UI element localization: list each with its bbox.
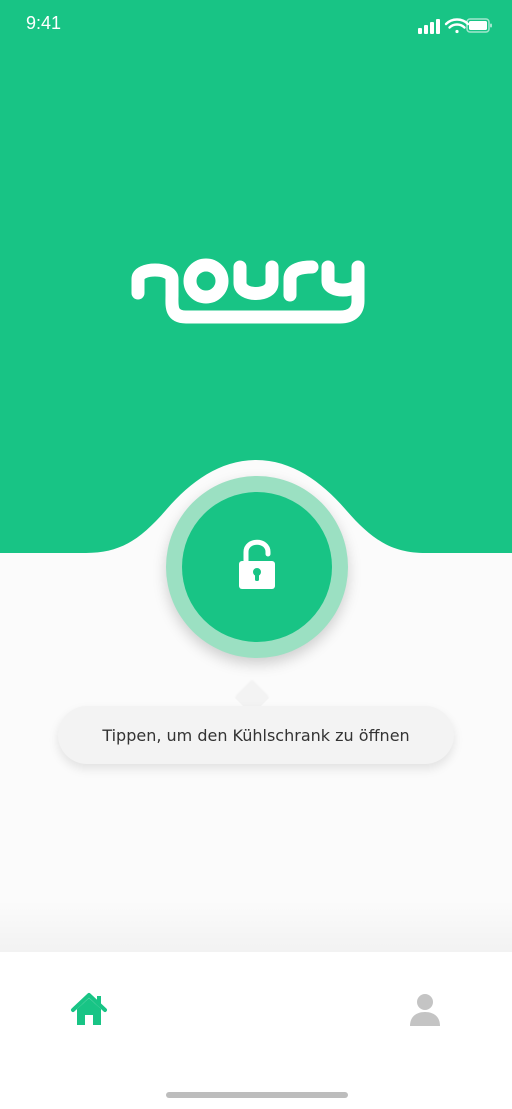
status-bar: 9:41 <box>0 0 512 48</box>
home-indicator <box>166 1092 348 1098</box>
tab-profile[interactable] <box>408 992 442 1028</box>
tab-bar <box>0 952 512 1109</box>
user-icon <box>410 994 440 1026</box>
signal-icon <box>418 19 440 34</box>
home-icon <box>71 993 107 1025</box>
noury-logo <box>130 255 382 325</box>
tooltip-text: Tippen, um den Kühlschrank zu öffnen <box>102 725 410 745</box>
tab-home[interactable] <box>70 992 108 1028</box>
unlock-button[interactable] <box>182 492 332 642</box>
status-time: 9:41 <box>26 13 62 33</box>
unlocked-padlock-icon <box>237 539 277 596</box>
tab-bar-shadow <box>0 900 512 952</box>
unlock-hint-tooltip: Tippen, um den Kühlschrank zu öffnen <box>58 706 454 764</box>
battery-icon <box>466 18 492 33</box>
wifi-icon <box>444 18 470 34</box>
